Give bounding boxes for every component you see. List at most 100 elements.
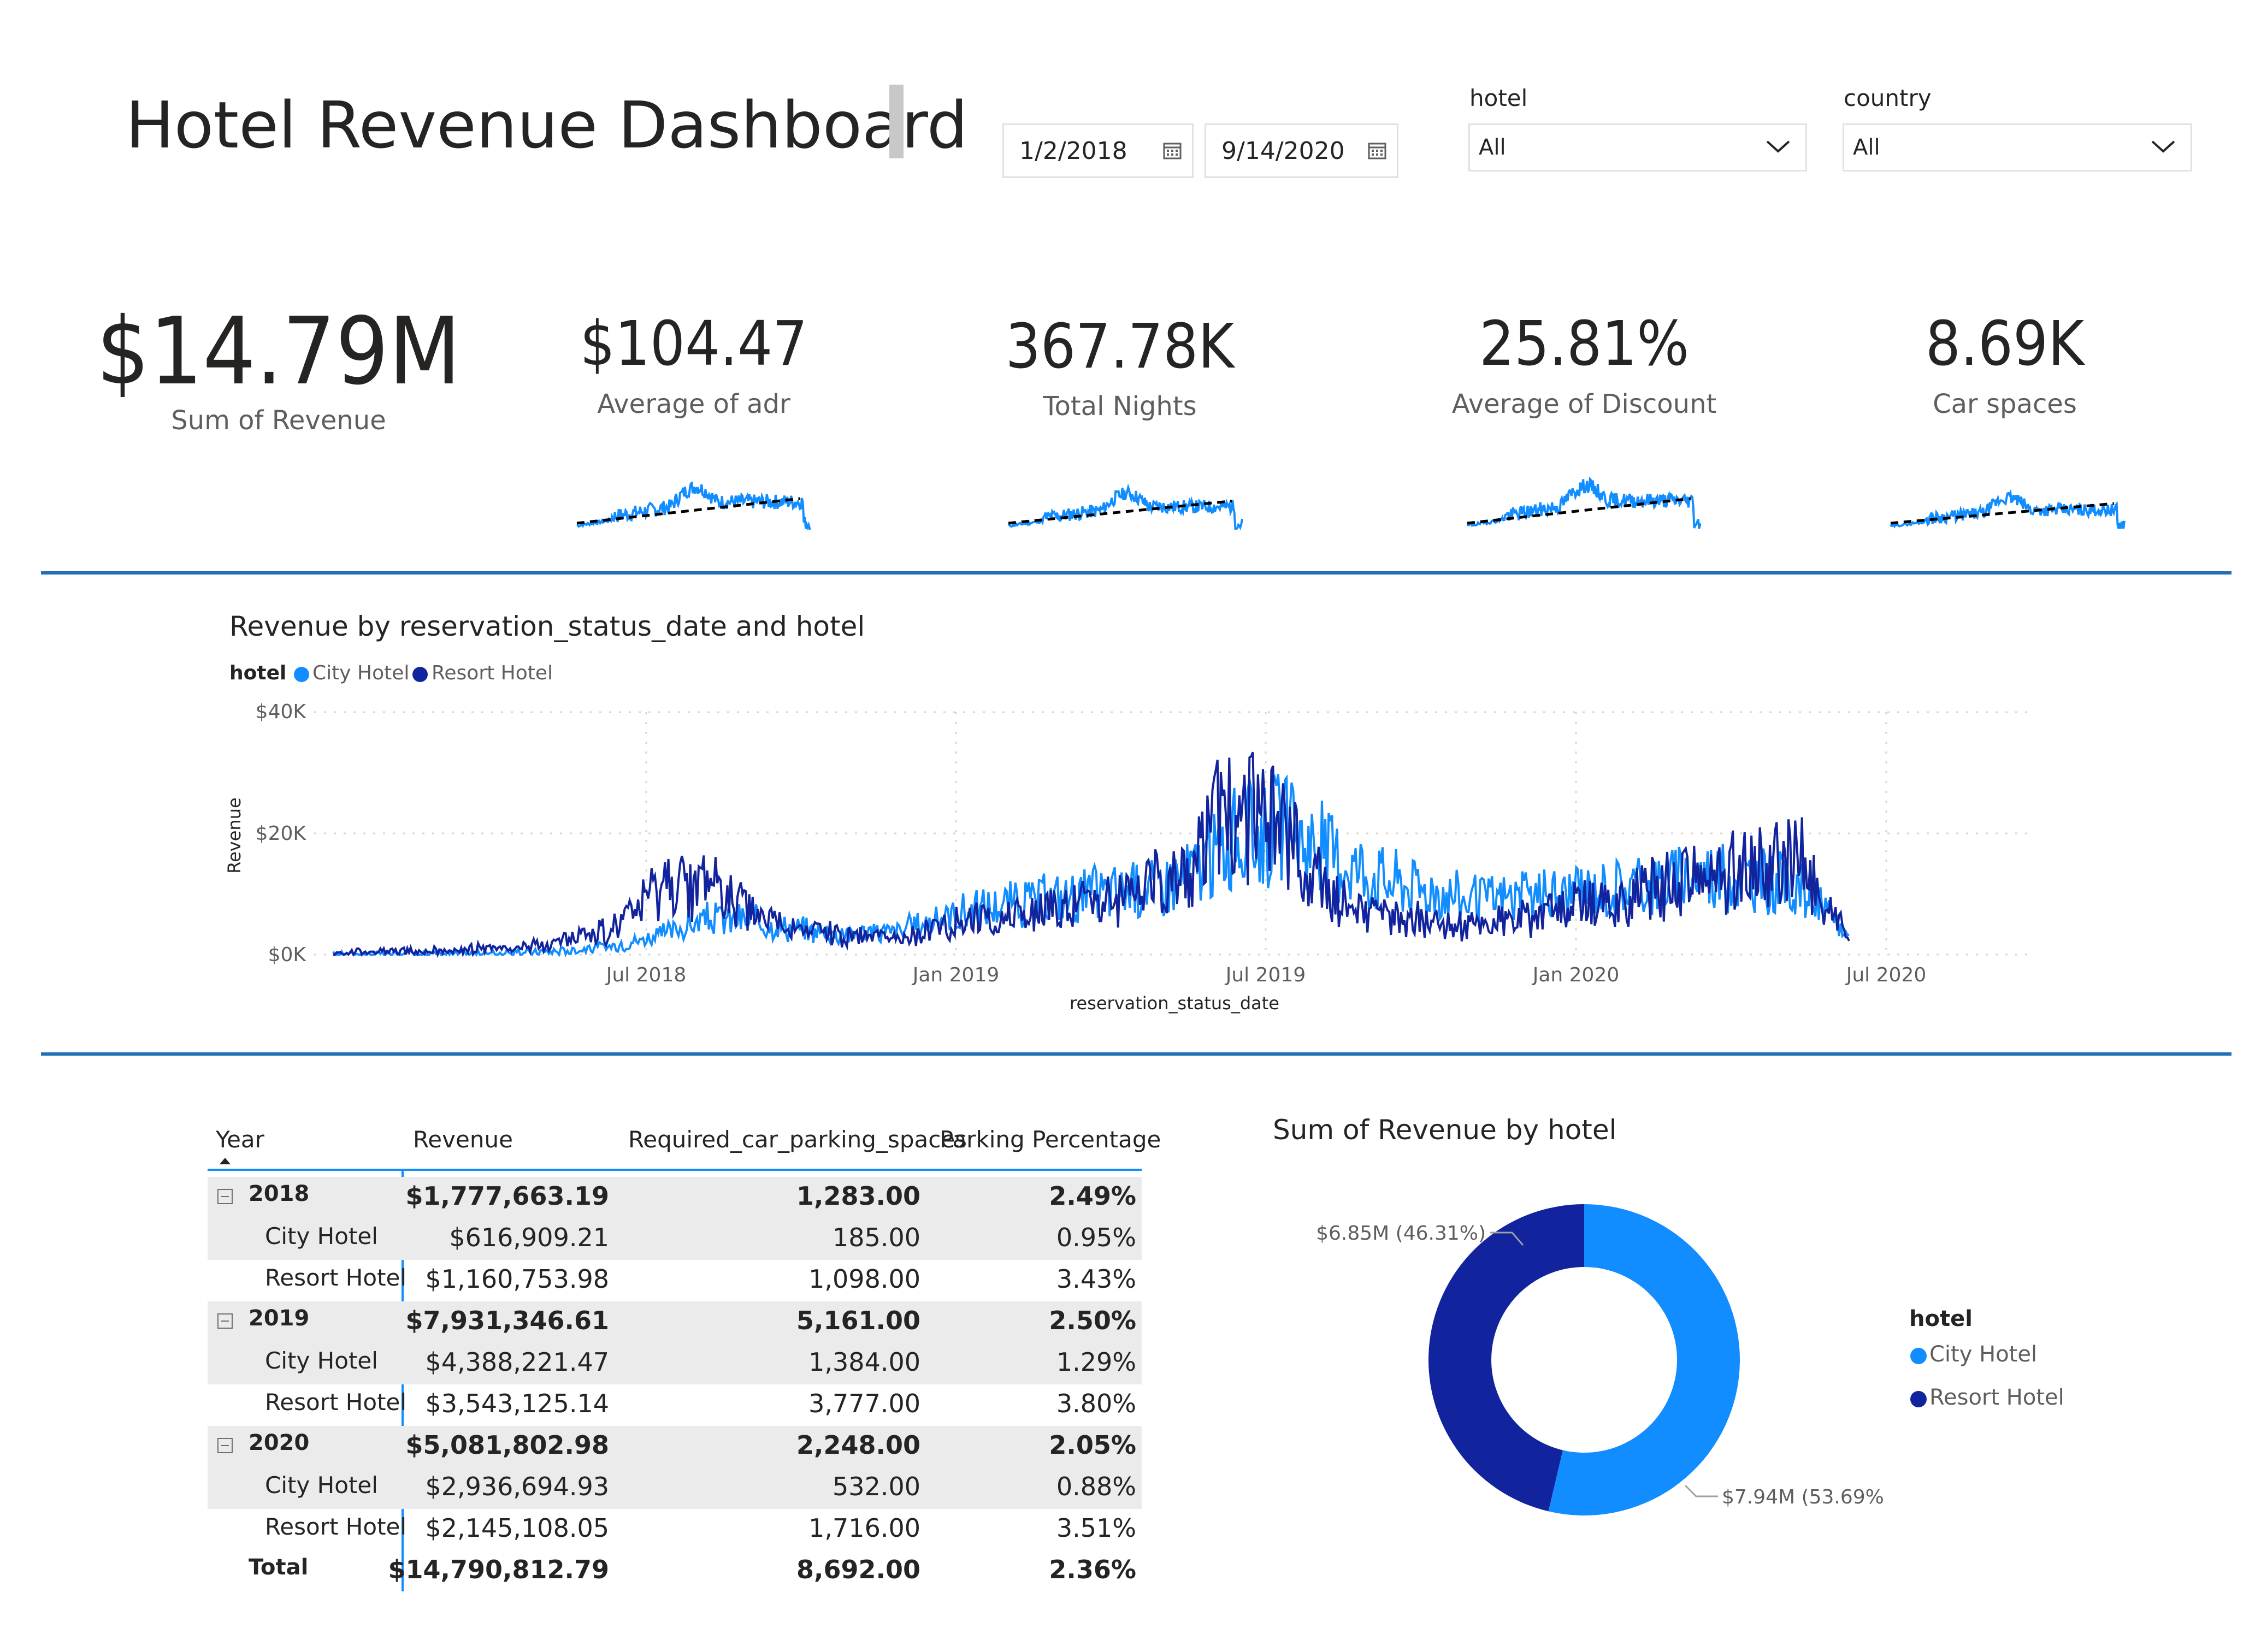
- section-divider: [41, 571, 2231, 575]
- legend-dot-city: [294, 667, 309, 682]
- country-slicer-dropdown[interactable]: All: [1843, 123, 2192, 171]
- row-label: City Hotel: [265, 1347, 378, 1374]
- col-header-year[interactable]: Year: [216, 1126, 264, 1153]
- end-date-input[interactable]: 9/14/2020: [1205, 123, 1398, 178]
- row-label: Resort Hotel: [265, 1389, 407, 1416]
- cell-pct: 2.49%: [1049, 1181, 1136, 1211]
- year-row: 2019 $7,931,346.61 5,161.00 2.50%: [208, 1301, 1142, 1343]
- donut-chart-title: Sum of Revenue by hotel: [1273, 1114, 1617, 1146]
- city-label-leader: [1684, 1484, 1718, 1497]
- sparkline-discount-trendline: [1467, 497, 1691, 525]
- x-tick-jul-2018: Jul 2018: [605, 964, 687, 986]
- cell-revenue: $4,388,221.47: [425, 1347, 609, 1377]
- sort-ascending-icon[interactable]: [219, 1157, 232, 1165]
- hotel-row: City Hotel $4,388,221.47 1,384.00 1.29%: [208, 1343, 1142, 1384]
- sparkline-adr: [576, 481, 811, 531]
- cell-pct: 2.05%: [1049, 1430, 1136, 1460]
- cell-pct: 0.88%: [1056, 1472, 1136, 1501]
- row-label: Resort Hotel: [265, 1264, 407, 1291]
- cell-revenue: $616,909.21: [449, 1223, 609, 1252]
- hotel-row: Resort Hotel $2,145,108.05 1,716.00 3.51%: [208, 1509, 1142, 1550]
- donut-chart[interactable]: $6.85M (46.31%) $7.94M (53.69%): [1256, 1174, 1885, 1556]
- line-legend-city[interactable]: City Hotel: [312, 662, 409, 684]
- cell-parking: 1,384.00: [808, 1347, 920, 1377]
- year-row: 2018 $1,777,663.19 1,283.00 2.49%: [208, 1177, 1142, 1218]
- donut-legend-dot-resort: [1910, 1391, 1927, 1407]
- row-label: City Hotel: [265, 1472, 378, 1499]
- sparkline-adr-trendline: [576, 497, 801, 525]
- x-tick-jan-2019: Jan 2019: [912, 964, 1000, 986]
- row-label: 2018: [249, 1181, 310, 1206]
- sparkline-nights-line: [1007, 483, 1243, 531]
- col-header-parking-pct[interactable]: Parking Percentage: [940, 1126, 1161, 1153]
- country-slicer-label: country: [1844, 85, 1932, 111]
- total-row: Total $14,790,812.79 8,692.00 2.36%: [208, 1550, 1142, 1592]
- x-axis-label: reservation_status_date: [1070, 993, 1279, 1014]
- cell-revenue: $14,790,812.79: [388, 1555, 610, 1584]
- collapse-icon[interactable]: [217, 1189, 233, 1204]
- sparkline-discount: [1466, 476, 1702, 529]
- row-label: Resort Hotel: [265, 1513, 407, 1540]
- cell-revenue: $2,936,694.93: [425, 1472, 609, 1501]
- cell-parking: 2,248.00: [796, 1430, 920, 1460]
- row-label: City Hotel: [265, 1223, 378, 1250]
- title-accent-bar: [889, 85, 904, 158]
- calendar-icon[interactable]: [1162, 140, 1182, 160]
- hotel-slicer-value: All: [1479, 135, 1506, 160]
- hotel-row: Resort Hotel $1,160,753.98 1,098.00 3.43%: [208, 1260, 1142, 1301]
- series-line-city: [332, 773, 1850, 958]
- cell-parking: 532.00: [833, 1472, 920, 1501]
- line-chart-title: Revenue by reservation_status_date and h…: [229, 611, 865, 642]
- y-axis-label: Revenue: [224, 797, 245, 873]
- header-underline: [208, 1169, 1142, 1171]
- y-tick-0k: $0K: [268, 944, 307, 966]
- col-header-parking[interactable]: Required_car_parking_spaces: [628, 1126, 967, 1153]
- cell-revenue: $2,145,108.05: [425, 1513, 609, 1543]
- sparkline-car-spaces: [1890, 488, 2126, 529]
- x-tick-jul-2020: Jul 2020: [1845, 964, 1927, 986]
- cell-pct: 2.50%: [1049, 1306, 1136, 1335]
- cell-revenue: $5,081,802.98: [405, 1430, 610, 1460]
- kpi-car-spaces-value: 8.69K: [1925, 309, 2085, 380]
- donut-legend-title: hotel: [1909, 1306, 1973, 1331]
- start-date-input[interactable]: 1/2/2018: [1002, 123, 1194, 178]
- line-chart[interactable]: $40K $20K $0K Jul 2018 Jan 2019 Jul 2019…: [208, 694, 2054, 1021]
- donut-legend-resort[interactable]: Resort Hotel: [1929, 1385, 2064, 1410]
- end-date-value: 9/14/2020: [1221, 137, 1345, 165]
- cell-revenue: $3,543,125.14: [425, 1389, 609, 1418]
- hotel-row: City Hotel $2,936,694.93 532.00 0.88%: [208, 1467, 1142, 1509]
- kpi-car-spaces-label: Car spaces: [1933, 389, 2077, 419]
- hotel-row: Resort Hotel $3,543,125.14 3,777.00 3.80%: [208, 1384, 1142, 1426]
- line-legend-resort[interactable]: Resort Hotel: [432, 662, 553, 684]
- sparkline-nights-trendline: [1008, 500, 1232, 525]
- row-label: 2019: [249, 1306, 310, 1331]
- legend-dot-resort: [412, 667, 428, 682]
- cell-parking: 5,161.00: [796, 1306, 920, 1335]
- cell-parking: 8,692.00: [796, 1555, 920, 1584]
- cell-revenue: $1,777,663.19: [405, 1181, 610, 1211]
- collapse-icon[interactable]: [217, 1438, 233, 1453]
- cell-pct: 1.29%: [1056, 1347, 1136, 1377]
- kpi-nights-label: Total Nights: [1043, 391, 1197, 422]
- collapse-icon[interactable]: [217, 1313, 233, 1329]
- hotel-row: City Hotel $616,909.21 185.00 0.95%: [208, 1218, 1142, 1260]
- hotel-slicer-dropdown[interactable]: All: [1468, 123, 1807, 171]
- chevron-down-icon: [1766, 140, 1790, 153]
- cell-parking: 1,283.00: [796, 1181, 920, 1211]
- row-label: 2020: [249, 1430, 310, 1455]
- kpi-revenue-value: $14.79M: [96, 298, 461, 406]
- start-date-value: 1/2/2018: [1019, 137, 1127, 165]
- donut-legend-city[interactable]: City Hotel: [1929, 1342, 2037, 1367]
- row-label: Total: [249, 1555, 309, 1580]
- x-tick-jul-2019: Jul 2019: [1225, 964, 1306, 986]
- cell-pct: 2.36%: [1049, 1555, 1136, 1584]
- page-title: Hotel Revenue Dashboard: [126, 87, 968, 163]
- kpi-adr-label: Average of adr: [597, 389, 790, 419]
- cell-parking: 1,098.00: [808, 1264, 920, 1294]
- y-tick-20k: $20K: [256, 822, 307, 845]
- col-header-revenue[interactable]: Revenue: [413, 1126, 513, 1153]
- kpi-discount-value: 25.81%: [1479, 309, 1690, 380]
- chevron-down-icon: [2151, 140, 2175, 153]
- cell-parking: 1,716.00: [808, 1513, 920, 1543]
- calendar-icon[interactable]: [1367, 140, 1387, 160]
